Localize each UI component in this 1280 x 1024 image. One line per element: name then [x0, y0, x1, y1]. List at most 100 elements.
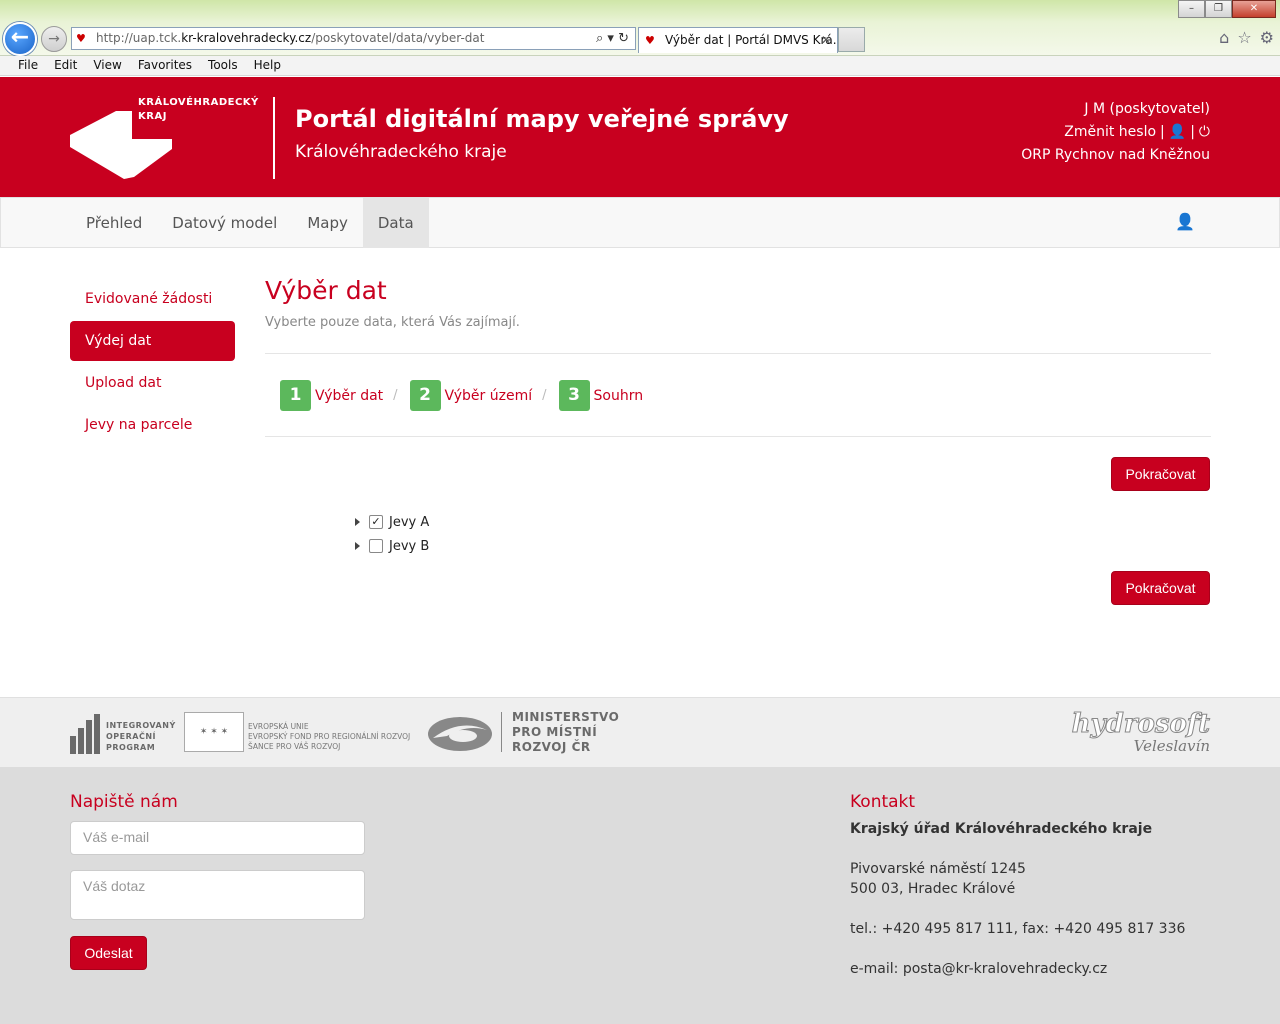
step-3-label[interactable]: Souhrn — [594, 388, 644, 404]
continue-button-bottom[interactable]: Pokračovat — [1111, 571, 1210, 605]
eu-flag-icon: ✶ ✶ ✶ — [184, 712, 244, 752]
question-textarea[interactable]: Váš dotaz — [70, 870, 365, 920]
dropdown-icon[interactable]: ▾ — [607, 31, 614, 46]
url-host: kr-kralovehradecky.cz — [181, 31, 312, 45]
main-content: Výběr dat Vyberte pouze data, která Vás … — [265, 276, 1211, 605]
step-1-label[interactable]: Výběr dat — [315, 388, 383, 404]
user-profile-icon[interactable]: 👤 — [1169, 121, 1186, 144]
eu-line: EVROPSKÁ UNIE — [248, 722, 309, 731]
hydrosoft-logo: hydrosoft Veleslavín — [1071, 710, 1210, 755]
iop-line: INTEGROVANÝ — [106, 721, 176, 730]
contact-phone: tel.: +420 495 817 111, fax: +420 495 81… — [850, 921, 1186, 937]
forward-arrow-icon[interactable]: → — [41, 26, 67, 52]
tree-item-label[interactable]: Jevy B — [389, 539, 429, 554]
browser-tab[interactable]: ♥ Výběr dat | Portál DMVS Krá... ✕ — [638, 27, 838, 53]
continue-button-top[interactable]: Pokračovat — [1111, 457, 1210, 491]
menu-favorites[interactable]: Favorites — [138, 56, 192, 75]
iop-line: PROGRAM — [106, 743, 156, 752]
contact-address1: Pivovarské náměstí 1245 — [850, 861, 1026, 877]
sidebar-item-vydej-dat[interactable]: Výdej dat — [70, 321, 235, 361]
main-navbar: Přehled Datový model Mapy Data 👤 — [0, 197, 1280, 248]
eu-logo-text: EVROPSKÁ UNIE EVROPSKÝ FOND PRO REGIONÁL… — [248, 722, 410, 752]
nav-user-icon[interactable]: 👤 — [1175, 212, 1195, 231]
portal-title: Portál digitální mapy veřejné správy — [295, 105, 789, 133]
checkbox-jevy-b[interactable] — [369, 539, 383, 553]
address-bar[interactable]: ♥ http://uap.tck.kr-kralovehradecky.cz/p… — [71, 27, 636, 50]
browser-chrome: – ❐ ✕ ← → ♥ http://uap.tck.kr-kralovehra… — [0, 0, 1280, 56]
user-organization: ORP Rychnov nad Kněžnou — [1021, 147, 1210, 163]
region-logo-text: KRÁLOVÉHRADECKÝ KRAJ — [138, 96, 259, 124]
step-2-number[interactable]: 2 — [409, 380, 441, 411]
eu-line: ŠANCE PRO VÁŠ ROZVOJ — [248, 742, 341, 751]
mmr-line: MINISTERSTVO — [512, 710, 620, 724]
partner-logos: INTEGROVANÝ OPERAČNÍ PROGRAM ✶ ✶ ✶ EVROP… — [0, 697, 1280, 767]
nav-data[interactable]: Data — [362, 198, 429, 248]
refresh-icon[interactable]: ↻ — [618, 31, 629, 46]
minimize-icon[interactable]: – — [1178, 0, 1205, 18]
step-separator: / — [542, 388, 547, 403]
menu-file[interactable]: File — [18, 56, 38, 75]
nav-mapy[interactable]: Mapy — [292, 198, 363, 248]
mmr-logo-text: MINISTERSTVO PRO MÍSTNÍ ROZVOJ ČR — [512, 710, 619, 755]
site-footer: Napiště nám Váš e-mail Váš dotaz Odeslat… — [0, 767, 1280, 1024]
expand-arrow-icon[interactable] — [355, 518, 360, 526]
email-field[interactable]: Váš e-mail — [70, 821, 365, 855]
tree-item: Jevy B — [355, 534, 429, 558]
menu-help[interactable]: Help — [254, 56, 281, 75]
logo-line2: KRAJ — [138, 111, 167, 122]
home-icon[interactable]: ⌂ — [1219, 28, 1229, 47]
tree-item: ✓ Jevy A — [355, 510, 429, 534]
iop-line: OPERAČNÍ — [106, 732, 157, 741]
contact-address2: 500 03, Hradec Králové — [850, 881, 1016, 897]
url-path: /poskytovatel/data/vyber-dat — [311, 31, 485, 45]
tab-close-icon[interactable]: ✕ — [821, 28, 831, 52]
step-1-number[interactable]: 1 — [280, 380, 311, 411]
browser-menubar: File Edit View Favorites Tools Help — [0, 56, 1280, 76]
menu-edit[interactable]: Edit — [54, 56, 77, 75]
data-tree: ✓ Jevy A Jevy B — [355, 510, 429, 558]
sidebar-item-upload-dat[interactable]: Upload dat — [70, 363, 235, 403]
step-separator: / — [393, 388, 398, 403]
settings-gear-icon[interactable]: ⚙ — [1260, 28, 1274, 47]
iop-logo-icon — [70, 714, 100, 754]
menu-view[interactable]: View — [93, 56, 121, 75]
logout-power-icon[interactable]: ⏻ — [1199, 121, 1210, 144]
window-controls: – ❐ ✕ — [1178, 0, 1276, 18]
contact-form-heading: Napiště nám — [70, 792, 178, 812]
contact-email[interactable]: e-mail: posta@kr-kralovehradecky.cz — [850, 959, 1185, 979]
url-prefix: http://uap.tck. — [96, 31, 182, 45]
send-button[interactable]: Odeslat — [70, 936, 147, 970]
divider — [265, 353, 1211, 354]
expand-arrow-icon[interactable] — [355, 542, 360, 550]
tree-item-label[interactable]: Jevy A — [389, 515, 429, 530]
page-title: Výběr dat — [265, 276, 387, 305]
change-password-link[interactable]: Změnit heslo — [1064, 124, 1156, 140]
sidebar-item-jevy-na-parcele[interactable]: Jevy na parcele — [70, 405, 235, 445]
tab-favicon-icon: ♥ — [645, 34, 655, 47]
new-tab-button[interactable] — [838, 27, 865, 52]
user-panel: J M (poskytovatel) Změnit heslo | 👤 | ⏻ ORP … — [1021, 98, 1210, 167]
contact-info: Krajský úřad Královéhradeckého kraje Piv… — [850, 819, 1185, 979]
search-icon[interactable]: ⌕ — [596, 31, 603, 46]
eu-line: EVROPSKÝ FOND PRO REGIONÁLNÍ ROZVOJ — [248, 732, 411, 741]
step-3-number[interactable]: 3 — [558, 380, 590, 411]
sidebar-item-evidovane-zadosti[interactable]: Evidované žádosti — [70, 279, 235, 319]
step-2-label[interactable]: Výběr území — [445, 388, 533, 404]
favorites-star-icon[interactable]: ☆ — [1237, 28, 1251, 47]
close-window-icon[interactable]: ✕ — [1232, 0, 1276, 18]
page-description: Vyberte pouze data, která Vás zajímají. — [265, 315, 520, 330]
restore-icon[interactable]: ❐ — [1205, 0, 1232, 18]
iop-logo-text: INTEGROVANÝ OPERAČNÍ PROGRAM — [106, 720, 176, 753]
contact-org: Krajský úřad Královéhradeckého kraje — [850, 821, 1153, 837]
contact-heading: Kontakt — [850, 792, 916, 812]
nav-prehled[interactable]: Přehled — [71, 198, 157, 248]
menu-tools[interactable]: Tools — [208, 56, 238, 75]
back-arrow-icon[interactable]: ← — [3, 22, 37, 56]
divider — [265, 436, 1211, 437]
nav-datovy-model[interactable]: Datový model — [157, 198, 292, 248]
mmr-logo-icon — [428, 717, 492, 751]
checkbox-jevy-a[interactable]: ✓ — [369, 515, 383, 529]
wizard-steps: 1 Výběr dat / 2 Výběr území / 3 Souhrn — [280, 380, 643, 411]
user-name: J M (poskytovatel) — [1084, 101, 1210, 117]
tab-title: Výběr dat | Portál DMVS Krá... — [665, 33, 838, 47]
